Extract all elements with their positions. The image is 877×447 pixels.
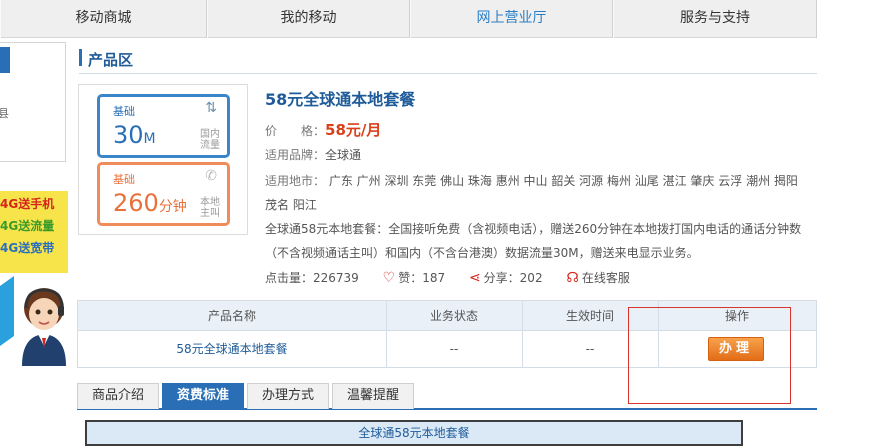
product-cards: 基础 30M ⇅ 国内流量 基础 260分钟 ✆ 本地主叫 xyxy=(78,84,248,235)
share-count: 分享：202 xyxy=(483,271,543,285)
click-count: 点击量：226739 xyxy=(265,271,359,285)
promo-banner[interactable]: 4G送手机 4G送流量 4G送宽带 xyxy=(0,191,68,273)
brand-label: 适用品牌： xyxy=(265,148,326,162)
side-menu-active-bar xyxy=(0,47,10,73)
phone-icon: ✆ xyxy=(205,168,217,184)
nav-item-mall[interactable]: 移动商城 xyxy=(0,0,207,38)
like-count: 赞：187 xyxy=(398,271,446,285)
share-icon: ⋖ xyxy=(468,270,481,286)
price-label: 价 格： xyxy=(265,124,326,138)
section-accent-bar xyxy=(79,49,82,66)
side-menu: 县 xyxy=(0,42,66,162)
header-product-name: 产品名称 xyxy=(207,309,256,323)
side-menu-item[interactable]: 县 xyxy=(0,105,9,121)
data-transfer-icon: ⇅ xyxy=(205,100,217,116)
customer-service-mascot-icon[interactable] xyxy=(0,276,70,366)
voice-minutes-card: 基础 260分钟 ✆ 本地主叫 xyxy=(97,162,230,226)
voice-unit: 分钟 xyxy=(158,199,187,215)
row-product-name[interactable]: 58元全球通本地套餐 xyxy=(78,331,386,367)
card-value: 30M xyxy=(113,121,156,149)
online-support-link[interactable]: ☊ 在线客服 xyxy=(566,269,629,286)
nav-item-support[interactable]: 服务与支持 xyxy=(613,0,817,38)
left-sidebar: 县 4G送手机 4G送流量 4G送宽带 xyxy=(0,38,68,447)
price-row: 价 格：58元/月 xyxy=(265,119,381,140)
promo-line-broadband: 4G送宽带 xyxy=(0,241,55,255)
region-label: 适用地市： xyxy=(265,174,326,188)
voice-value: 260 xyxy=(113,189,159,217)
card-value: 260分钟 xyxy=(113,189,187,217)
price-value: 58元/月 xyxy=(325,121,382,139)
tab-how-to-apply[interactable]: 办理方式 xyxy=(247,383,329,409)
region-row: 适用地市： 广东 广州 深圳 东莞 佛山 珠海 惠州 中山 韶关 河源 梅州 汕… xyxy=(265,172,798,189)
section-title: 产品区 xyxy=(88,51,134,69)
online-support-label: 在线客服 xyxy=(581,271,630,285)
card-tag: 基础 xyxy=(113,173,135,186)
data-allowance-card: 基础 30M ⇅ 国内流量 xyxy=(97,94,230,158)
product-title: 58元全球通本地套餐 xyxy=(265,90,416,109)
description-line-1: 全球通58元本地套餐：全国接听免费（含视频电话），赠送260分钟在本地拨打国内电… xyxy=(265,222,802,236)
promo-line-data: 4G送流量 xyxy=(0,219,55,233)
nav-item-my-mobile[interactable]: 我的移动 xyxy=(207,0,410,38)
section-header: 产品区 xyxy=(79,44,817,74)
row-status: -- xyxy=(449,342,459,356)
heart-icon: ♡ xyxy=(382,270,396,286)
region-value: 广东 广州 深圳 东莞 佛山 珠海 惠州 中山 韶关 河源 梅州 汕尾 湛江 肇… xyxy=(328,174,798,188)
brand-row: 适用品牌：全球通 xyxy=(265,146,361,163)
share-button[interactable]: ⋖ 分享：202 xyxy=(469,269,543,286)
brand-value: 全球通 xyxy=(325,148,362,162)
like-button[interactable]: ♡ 赞：187 xyxy=(383,269,445,286)
tab-product-intro[interactable]: 商品介绍 xyxy=(77,383,159,409)
promo-line-phone: 4G送手机 xyxy=(0,197,55,211)
tab-reminder[interactable]: 温馨提醒 xyxy=(332,383,414,409)
card-description: 国内流量 xyxy=(200,129,220,151)
nav-item-online-hall[interactable]: 网上营业厅 xyxy=(410,0,613,38)
detail-tabs: 商品介绍 资费标准 办理方式 温馨提醒 xyxy=(77,382,817,410)
product-info: 58元全球通本地套餐 价 格：58元/月 适用品牌：全球通 适用地市： 广东 广… xyxy=(265,86,815,286)
description-line-2: （不含视频通话主叫）和国内（不含台港澳）数据流量30M，赠送来电显示业务。 xyxy=(265,246,699,260)
top-navigation: 移动商城 我的移动 网上营业厅 服务与支持 xyxy=(0,0,817,38)
tab-tariff[interactable]: 资费标准 xyxy=(162,383,244,409)
headset-icon: ☊ xyxy=(566,270,579,286)
data-value: 30 xyxy=(113,121,144,149)
card-description: 本地主叫 xyxy=(200,197,220,219)
header-status: 业务状态 xyxy=(429,309,478,323)
data-unit: M xyxy=(143,131,156,147)
tariff-content-title: 全球通58元本地套餐 xyxy=(85,420,743,446)
card-tag: 基础 xyxy=(113,105,135,118)
region-row-continued: 茂名 阳江 xyxy=(265,198,317,212)
product-stats: 点击量：226739 ♡ 赞：187 ⋖ 分享：202 ☊ 在线客服 xyxy=(265,269,650,286)
